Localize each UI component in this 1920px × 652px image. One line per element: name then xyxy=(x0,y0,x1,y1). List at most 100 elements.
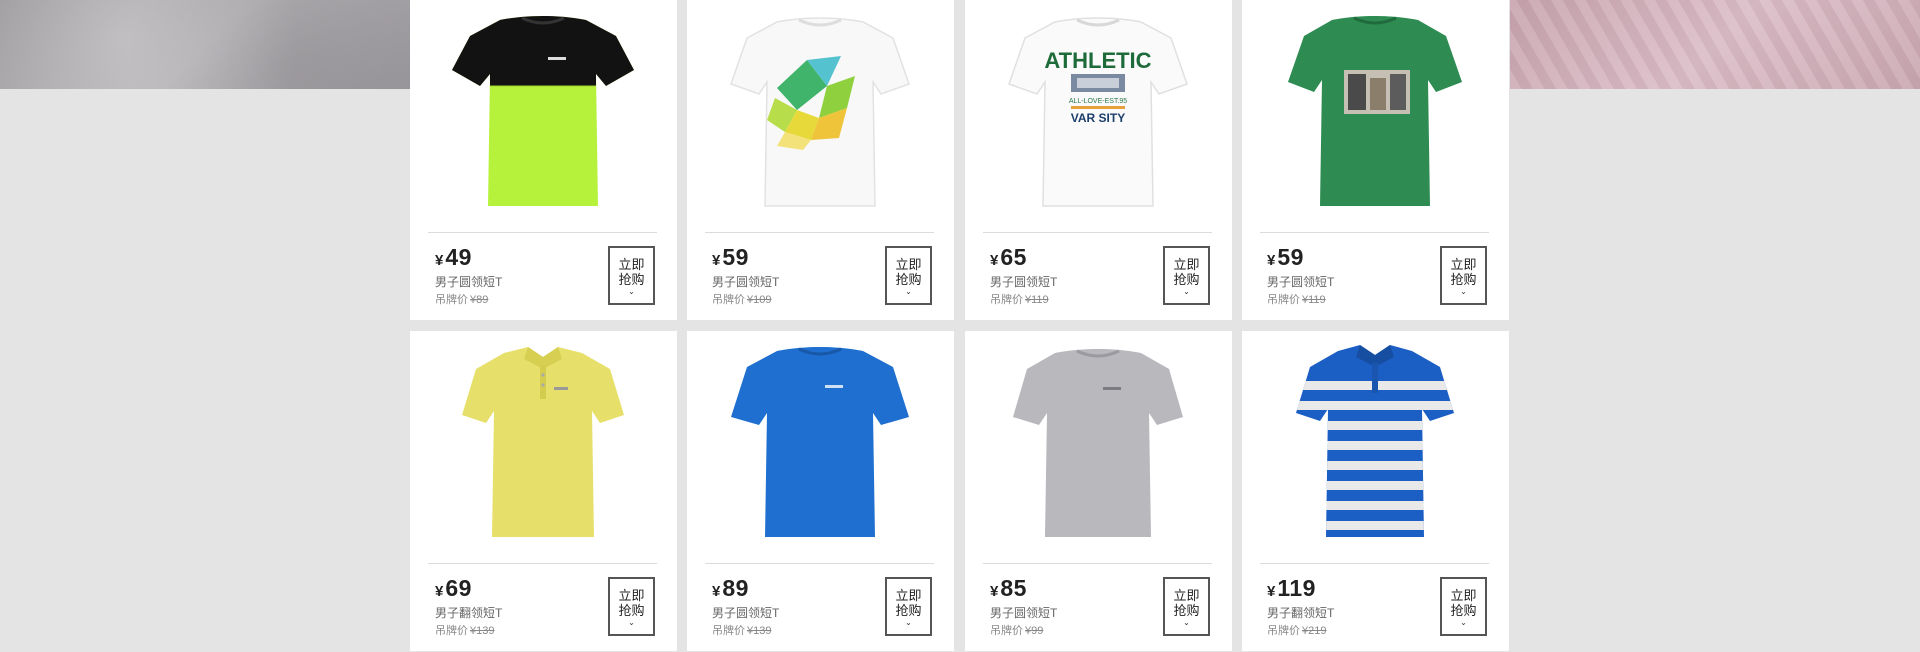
divider xyxy=(428,232,657,233)
original-price-value: ¥89 xyxy=(470,294,489,306)
product-name[interactable]: 男子圆领短T xyxy=(435,273,502,290)
original-price: 吊牌价 ¥219 xyxy=(1267,622,1326,638)
product-image-tshirt-black-lime[interactable] xyxy=(438,8,648,218)
original-price: 吊牌价 ¥119 xyxy=(1267,291,1326,307)
divider xyxy=(1260,563,1489,564)
divider xyxy=(983,232,1212,233)
tag-price-label: 吊牌价 xyxy=(990,625,1023,637)
product-image-polo-blue-stripe[interactable] xyxy=(1270,339,1480,549)
chevron-down-icon: ⌄ xyxy=(628,618,635,627)
original-price-value: ¥109 xyxy=(747,294,772,306)
original-price-value: ¥139 xyxy=(747,625,772,637)
tag-price-label: 吊牌价 xyxy=(1267,294,1300,306)
tag-price-label: 吊牌价 xyxy=(712,294,745,306)
buy-now-button[interactable]: 立即 抢购 ⌄ xyxy=(1163,246,1210,305)
athletic-print-mid: ALL-LOVE-EST.95 xyxy=(1069,98,1127,105)
buy-now-label-1: 立即 xyxy=(1450,257,1477,272)
buy-now-button[interactable]: 立即 抢购 ⌄ xyxy=(1440,577,1487,636)
original-price: 吊牌价 ¥99 xyxy=(990,622,1043,638)
chevron-down-icon: ⌄ xyxy=(905,618,912,627)
buy-now-label-2: 抢购 xyxy=(1173,272,1200,287)
buy-now-button[interactable]: 立即 抢购 ⌄ xyxy=(1163,577,1210,636)
chevron-down-icon: ⌄ xyxy=(1183,287,1190,296)
currency-symbol: ¥ xyxy=(712,252,721,269)
buy-now-button[interactable]: 立即 抢购 ⌄ xyxy=(1440,246,1487,305)
product-name[interactable]: 男子圆领短T xyxy=(712,273,779,290)
divider xyxy=(705,563,934,564)
divider xyxy=(983,563,1212,564)
buy-now-button[interactable]: 立即 抢购 ⌄ xyxy=(608,577,655,636)
product-name[interactable]: 男子翻领短T xyxy=(435,604,502,621)
product-image-tshirt-blue[interactable] xyxy=(715,339,925,549)
original-price-value: ¥139 xyxy=(470,625,495,637)
product-name[interactable]: 男子翻领短T xyxy=(1267,604,1334,621)
product-card[interactable]: ¥59 男子圆领短T 吊牌价 ¥109 立即 抢购 ⌄ xyxy=(687,0,954,320)
tag-price-label: 吊牌价 xyxy=(1267,625,1300,637)
buy-now-button[interactable]: 立即 抢购 ⌄ xyxy=(885,577,932,636)
chevron-down-icon: ⌄ xyxy=(1460,287,1467,296)
currency-symbol: ¥ xyxy=(1267,252,1276,269)
buy-now-label-1: 立即 xyxy=(895,257,922,272)
price-value: 89 xyxy=(722,575,749,601)
buy-now-label-1: 立即 xyxy=(1173,588,1200,603)
product-card[interactable]: ¥49 男子圆领短T 吊牌价 ¥89 立即 抢购 ⌄ xyxy=(410,0,677,320)
product-card[interactable]: ¥69 男子翻领短T 吊牌价 ¥139 立即 抢购 ⌄ xyxy=(410,331,677,651)
buy-now-button[interactable]: 立即 抢购 ⌄ xyxy=(608,246,655,305)
product-image-polo-yellow[interactable] xyxy=(438,339,648,549)
product-name[interactable]: 男子圆领短T xyxy=(990,273,1057,290)
product-name[interactable]: 男子圆领短T xyxy=(712,604,779,621)
chevron-down-icon: ⌄ xyxy=(905,287,912,296)
product-name[interactable]: 男子圆领短T xyxy=(1267,273,1334,290)
original-price-value: ¥99 xyxy=(1025,625,1044,637)
athletic-print-bottom: VAR SITY xyxy=(1071,111,1125,125)
original-price: 吊牌价 ¥139 xyxy=(712,622,771,638)
price: ¥119 xyxy=(1267,575,1316,601)
buy-now-label-1: 立即 xyxy=(895,588,922,603)
product-card[interactable]: ¥85 男子圆领短T 吊牌价 ¥99 立即 抢购 ⌄ xyxy=(965,331,1232,651)
buy-now-label-1: 立即 xyxy=(1173,257,1200,272)
chevron-down-icon: ⌄ xyxy=(628,287,635,296)
tag-price-label: 吊牌价 xyxy=(435,625,468,637)
tag-price-label: 吊牌价 xyxy=(435,294,468,306)
price-value: 85 xyxy=(1000,575,1027,601)
price-value: 49 xyxy=(445,244,472,270)
product-card[interactable]: ¥119 男子翻领短T 吊牌价 ¥219 立即 抢购 ⌄ xyxy=(1242,331,1509,651)
buy-now-label-2: 抢购 xyxy=(1450,272,1477,287)
buy-now-label-2: 抢购 xyxy=(895,603,922,618)
buy-now-label-2: 抢购 xyxy=(618,603,645,618)
product-image-tshirt-grey[interactable] xyxy=(993,339,1203,549)
price: ¥85 xyxy=(990,575,1027,601)
price-value: 69 xyxy=(445,575,472,601)
price: ¥49 xyxy=(435,244,472,270)
product-image-tshirt-white-geometric[interactable] xyxy=(715,8,925,218)
tag-price-label: 吊牌价 xyxy=(712,625,745,637)
buy-now-button[interactable]: 立即 抢购 ⌄ xyxy=(885,246,932,305)
original-price: 吊牌价 ¥139 xyxy=(435,622,494,638)
product-image-tshirt-white-athletic[interactable]: ATHLETIC ALL-LOVE-EST.95 VAR SITY xyxy=(993,8,1203,218)
original-price-value: ¥119 xyxy=(1025,294,1049,306)
currency-symbol: ¥ xyxy=(435,252,444,269)
product-image-tshirt-green-print[interactable] xyxy=(1270,8,1480,218)
product-name[interactable]: 男子圆领短T xyxy=(990,604,1057,621)
price-value: 59 xyxy=(1277,244,1304,270)
buy-now-label-1: 立即 xyxy=(1450,588,1477,603)
price-value: 119 xyxy=(1277,575,1316,601)
product-card[interactable]: ¥59 男子圆领短T 吊牌价 ¥119 立即 抢购 ⌄ xyxy=(1242,0,1509,320)
buy-now-label-2: 抢购 xyxy=(618,272,645,287)
product-card[interactable]: ATHLETIC ALL-LOVE-EST.95 VAR SITY ¥65 男子… xyxy=(965,0,1232,320)
price: ¥89 xyxy=(712,575,749,601)
currency-symbol: ¥ xyxy=(990,252,999,269)
buy-now-label-1: 立即 xyxy=(618,257,645,272)
original-price-value: ¥219 xyxy=(1302,625,1327,637)
original-price: 吊牌价 ¥89 xyxy=(435,291,488,307)
divider xyxy=(1260,232,1489,233)
chevron-down-icon: ⌄ xyxy=(1460,618,1467,627)
price: ¥59 xyxy=(712,244,749,270)
product-card[interactable]: ¥89 男子圆领短T 吊牌价 ¥139 立即 抢购 ⌄ xyxy=(687,331,954,651)
divider xyxy=(428,563,657,564)
price-value: 59 xyxy=(722,244,749,270)
currency-symbol: ¥ xyxy=(435,583,444,600)
price: ¥69 xyxy=(435,575,472,601)
price: ¥59 xyxy=(1267,244,1304,270)
tag-price-label: 吊牌价 xyxy=(990,294,1023,306)
